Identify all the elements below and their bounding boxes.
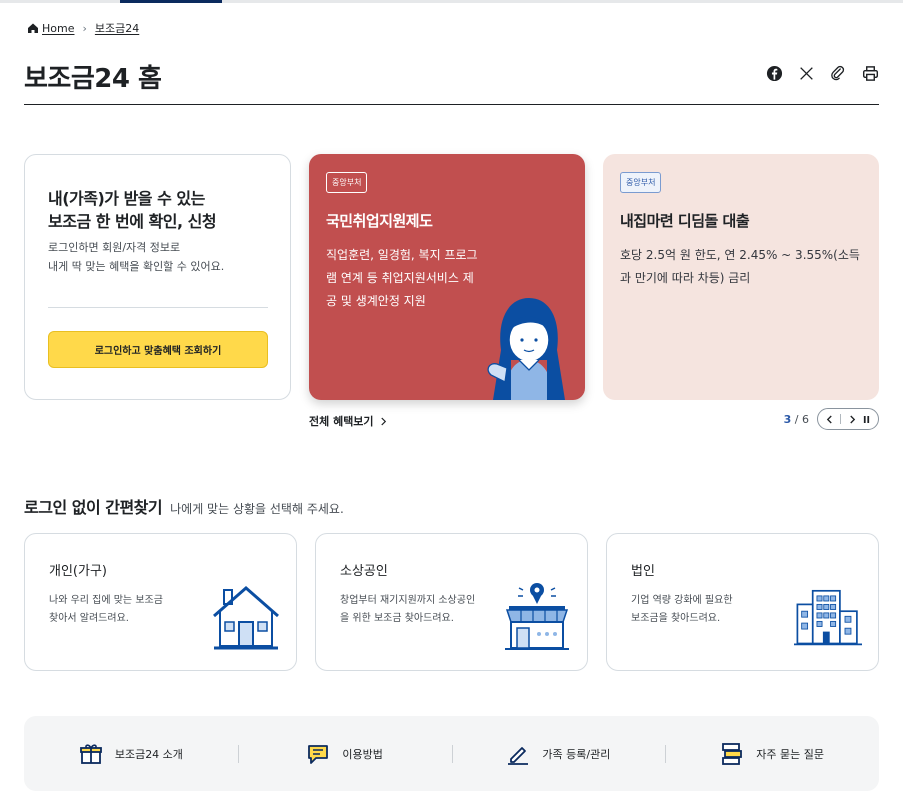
slide-description: 호당 2.5억 원 한도, 연 2.45% ~ 3.55%(소득과 만기에 따라… (620, 248, 860, 285)
person-illustration-icon (487, 298, 565, 400)
category-desc-line1: 기업 역량 강화에 필요한 (631, 595, 733, 606)
login-card: 내(가족)가 받을 수 있는 보조금 한 번에 확인, 신청 로그인하면 회원/… (24, 154, 291, 400)
category-description: 기업 역량 강화에 필요한 보조금을 찾아드려요. (631, 592, 781, 628)
active-menu-indicator (120, 0, 222, 3)
title-divider (24, 104, 879, 105)
control-divider (840, 414, 842, 424)
facebook-icon[interactable] (765, 64, 783, 82)
carousel-pager: 3 / 6 (784, 408, 879, 430)
slide-description: 직업훈련, 일경험, 복지 프로그램 연계 등 취업지원서비스 제공 및 생계안… (326, 248, 478, 308)
category-desc-line2: 찾아서 알려드려요. (49, 613, 129, 624)
category-desc-line1: 창업부터 재기지원까지 소상공인 (340, 595, 476, 606)
category-description: 나와 우리 집에 맞는 보조금 찾아서 알려드려요. (49, 592, 199, 628)
store-icon (505, 583, 569, 650)
benefit-slide-national-employment[interactable]: 중앙부처 국민취업지원제도 직업훈련, 일경험, 복지 프로그램 연계 등 취업… (309, 154, 585, 400)
breadcrumb-separator-icon: › (82, 21, 87, 35)
category-card-small-business[interactable]: 소상공인 창업부터 재기지원까지 소상공인 을 위한 보조금 찾아드려요. (315, 533, 588, 671)
category-desc-line1: 나와 우리 집에 맞는 보조금 (49, 595, 163, 606)
slide-badge: 중앙부처 (620, 172, 662, 193)
slide-counter: 3 / 6 (784, 413, 809, 426)
next-slide-icon[interactable] (849, 415, 856, 424)
login-card-title-line1: 내(가족)가 받을 수 있는 (48, 189, 205, 208)
view-all-benefits-link[interactable]: 전체 혜택보기 (309, 413, 387, 429)
login-card-desc-line2: 내게 딱 맞는 혜택을 확인할 수 있어요. (48, 260, 225, 273)
page-title: 보조금24 홈 (24, 64, 162, 94)
slide-total: / 6 (794, 412, 809, 426)
login-card-desc-line1: 로그인하면 회원/자격 정보로 (48, 241, 181, 254)
carousel-controls (817, 408, 879, 430)
print-icon[interactable] (861, 64, 879, 82)
login-card-divider (48, 307, 268, 308)
link-about[interactable]: 보조금24 소개 (24, 742, 238, 766)
bottom-link-bar: 보조금24 소개 이용방법 가족 등록/관리 자주 묻는 질문 (24, 716, 879, 791)
link-faq[interactable]: 자주 묻는 질문 (665, 742, 879, 766)
breadcrumb-home-link[interactable]: Home (42, 22, 74, 35)
category-card-corporation[interactable]: 법인 기업 역량 강화에 필요한 보조금을 찾아드려요. (606, 533, 879, 671)
slide-title: 내집마련 디딤돌 대출 (620, 212, 750, 230)
link-how-to-use[interactable]: 이용방법 (238, 742, 452, 766)
utility-toolbar (765, 64, 879, 82)
faq-icon (720, 742, 744, 766)
home-icon (27, 22, 39, 34)
category-desc-line2: 보조금을 찾아드려요. (631, 613, 721, 624)
link-label: 보조금24 소개 (114, 747, 183, 761)
prev-slide-icon[interactable] (826, 415, 833, 424)
breadcrumb-current-link[interactable]: 보조금24 (95, 20, 139, 36)
view-all-benefits-label: 전체 혜택보기 (309, 415, 374, 428)
category-title: 소상공인 (340, 564, 388, 579)
category-title: 개인(가구) (49, 564, 107, 579)
slide-badge: 중앙부처 (326, 172, 368, 193)
link-family-registration[interactable]: 가족 등록/관리 (452, 742, 666, 766)
category-title: 법인 (631, 564, 655, 579)
link-label: 자주 묻는 질문 (756, 747, 824, 761)
category-description: 창업부터 재기지원까지 소상공인 을 위한 보조금 찾아드려요. (340, 592, 490, 628)
benefit-slide-home-loan[interactable]: 중앙부처 내집마련 디딤돌 대출 호당 2.5억 원 한도, 연 2.45% ~… (603, 154, 879, 400)
breadcrumb: Home › 보조금24 (27, 20, 139, 36)
login-card-description: 로그인하면 회원/자격 정보로 내게 딱 맞는 혜택을 확인할 수 있어요. (48, 238, 278, 276)
link-label: 이용방법 (342, 747, 383, 761)
category-desc-line2: 을 위한 보조금 찾아드려요. (340, 613, 454, 624)
pause-icon[interactable] (863, 415, 870, 424)
top-navigation-line (0, 0, 903, 3)
x-icon[interactable] (797, 64, 815, 82)
slide-title: 국민취업지원제도 (326, 212, 433, 230)
quick-find-header: 로그인 없이 간편찾기 나에게 맞는 상황을 선택해 주세요. (24, 494, 344, 518)
login-card-title: 내(가족)가 받을 수 있는 보조금 한 번에 확인, 신청 (48, 187, 217, 233)
house-icon (213, 586, 279, 650)
link-label: 가족 등록/관리 (542, 747, 611, 761)
link-icon[interactable] (829, 64, 847, 82)
quick-find-subtitle: 나에게 맞는 상황을 선택해 주세요. (170, 502, 344, 516)
login-benefit-button[interactable]: 로그인하고 맞춤혜택 조회하기 (48, 331, 268, 368)
building-icon (794, 589, 862, 646)
login-card-title-line2: 보조금 한 번에 확인, 신청 (48, 212, 217, 231)
pencil-icon (506, 742, 530, 766)
chat-icon (306, 742, 330, 766)
quick-find-title: 로그인 없이 간편찾기 (24, 498, 163, 517)
slide-current: 3 (783, 412, 792, 426)
chevron-right-icon (380, 417, 386, 425)
gift-icon (79, 742, 103, 766)
category-card-individual[interactable]: 개인(가구) 나와 우리 집에 맞는 보조금 찾아서 알려드려요. (24, 533, 297, 671)
